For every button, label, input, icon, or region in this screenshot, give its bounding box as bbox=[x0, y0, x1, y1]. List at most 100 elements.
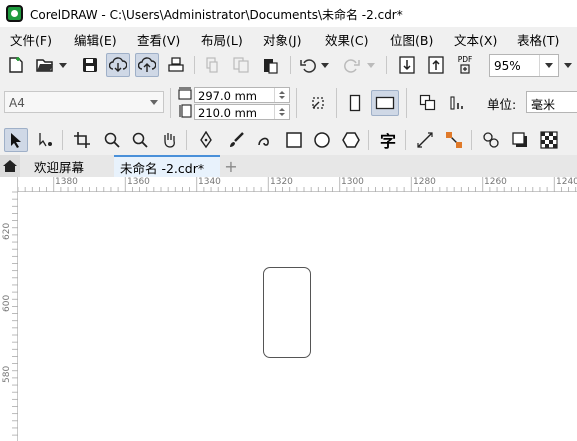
ruler-label: 1300 bbox=[341, 177, 364, 187]
menu-object[interactable]: 对象(J) bbox=[263, 30, 301, 49]
current-page-icon[interactable] bbox=[446, 91, 470, 115]
toolbar-separator bbox=[170, 88, 171, 118]
new-document-icon[interactable] bbox=[6, 55, 26, 75]
drop-shadow-tool-icon[interactable] bbox=[508, 128, 532, 152]
toolbar-separator bbox=[62, 130, 63, 150]
toolbar-separator bbox=[405, 130, 406, 150]
ruler-label: 1360 bbox=[127, 177, 150, 187]
menu-bar: 文件(F) 编辑(E) 查看(V) 布局(L) 对象(J) 效果(C) 位图(B… bbox=[0, 27, 577, 48]
units-label: 单位: bbox=[487, 97, 517, 112]
undo-icon[interactable] bbox=[298, 55, 318, 75]
tab-label: 欢迎屏幕 bbox=[34, 159, 85, 175]
units-value: 毫米 bbox=[531, 98, 556, 112]
horizontal-ruler[interactable]: 1380 1360 1340 1320 1300 1280 1260 1240 bbox=[18, 177, 577, 192]
tab-document[interactable]: 未命名 -2.cdr* bbox=[114, 155, 220, 177]
title-bar: CorelDRAW - C:\Users\Administrator\Docum… bbox=[0, 0, 577, 27]
cut-icon[interactable] bbox=[202, 55, 222, 75]
tab-welcome-screen[interactable]: 欢迎屏幕 bbox=[20, 155, 114, 177]
rounded-rectangle-shape[interactable] bbox=[263, 267, 311, 358]
chevron-down-icon[interactable] bbox=[539, 55, 558, 76]
menu-edit[interactable]: 编辑(E) bbox=[74, 30, 117, 49]
publish-pdf-icon[interactable]: PDF bbox=[453, 54, 477, 76]
export-icon[interactable] bbox=[425, 54, 447, 76]
all-pages-icon[interactable] bbox=[416, 91, 440, 115]
dimension-tool-icon[interactable] bbox=[413, 128, 437, 152]
menu-view[interactable]: 查看(V) bbox=[137, 30, 180, 49]
zoom-tool-icon[interactable] bbox=[100, 128, 124, 152]
zoom-level-combo[interactable]: 95% bbox=[489, 54, 559, 77]
window-title: CorelDRAW - C:\Users\Administrator\Docum… bbox=[30, 8, 403, 22]
pdf-label: PDF bbox=[457, 55, 473, 64]
page-width-icon bbox=[177, 86, 193, 102]
ruler-label: 1240 bbox=[556, 177, 577, 187]
text-tool-icon[interactable]: 字 bbox=[376, 128, 400, 152]
landscape-icon[interactable] bbox=[371, 90, 399, 116]
polygon-tool-icon[interactable] bbox=[339, 128, 363, 152]
pen-tool-icon[interactable] bbox=[194, 128, 218, 152]
toolbar-separator bbox=[386, 56, 387, 74]
ruler-label: 600 bbox=[2, 294, 12, 312]
document-tab-bar: 欢迎屏幕 未命名 -2.cdr* + bbox=[0, 155, 577, 177]
cloud-download-icon[interactable] bbox=[106, 53, 130, 77]
redo-icon[interactable] bbox=[342, 55, 362, 75]
import-icon[interactable] bbox=[396, 54, 418, 76]
save-icon[interactable] bbox=[80, 55, 100, 75]
portrait-icon[interactable] bbox=[344, 91, 366, 115]
undo-dropdown-icon[interactable] bbox=[320, 60, 330, 70]
toolbar-overflow-icon[interactable] bbox=[561, 60, 575, 70]
page-width-input[interactable]: 297.0 mm bbox=[194, 87, 290, 103]
ruler-label: 1320 bbox=[270, 177, 293, 187]
cloud-upload-icon[interactable] bbox=[135, 53, 159, 77]
connector-tool-icon[interactable] bbox=[442, 128, 466, 152]
ruler-label: 1380 bbox=[55, 177, 78, 187]
toolbar-separator bbox=[368, 130, 369, 150]
ruler-label: 1340 bbox=[198, 177, 221, 187]
transparency-tool-icon[interactable] bbox=[537, 128, 561, 152]
spiral-tool-icon[interactable] bbox=[253, 128, 277, 152]
open-folder-icon[interactable] bbox=[34, 55, 56, 75]
standard-toolbar: PDF 95% bbox=[0, 48, 577, 82]
menu-table[interactable]: 表格(T) bbox=[517, 30, 559, 49]
vertical-ruler[interactable]: 620 600 580 bbox=[0, 177, 18, 441]
home-icon[interactable] bbox=[0, 155, 20, 177]
print-icon[interactable] bbox=[165, 55, 187, 75]
blend-tool-icon[interactable] bbox=[479, 128, 503, 152]
toolbox: 字 bbox=[0, 124, 577, 155]
page-height-input[interactable]: 210.0 mm bbox=[194, 104, 290, 120]
page-width-value: 297.0 mm bbox=[198, 89, 257, 103]
menu-effects[interactable]: 效果(C) bbox=[325, 30, 368, 49]
ruler-label: 1280 bbox=[413, 177, 436, 187]
zoom-out-tool-icon[interactable] bbox=[128, 128, 152, 152]
toolbar-separator bbox=[296, 88, 297, 118]
crop-tool-icon[interactable] bbox=[70, 128, 94, 152]
page-height-spinner[interactable] bbox=[274, 105, 289, 119]
rectangle-tool-icon[interactable] bbox=[282, 128, 306, 152]
shape-tool-icon[interactable] bbox=[34, 128, 58, 152]
toolbar-separator bbox=[194, 56, 195, 74]
tab-label: 未命名 -2.cdr* bbox=[120, 160, 205, 176]
add-tab-icon[interactable]: + bbox=[222, 157, 240, 176]
page-width-spinner[interactable] bbox=[274, 88, 289, 102]
chevron-down-icon[interactable] bbox=[145, 92, 163, 112]
toolbar-separator bbox=[471, 130, 472, 150]
menu-bitmaps[interactable]: 位图(B) bbox=[390, 30, 433, 49]
page-height-icon bbox=[177, 103, 193, 119]
menu-layout[interactable]: 布局(L) bbox=[201, 30, 243, 49]
coreldraw-app-icon bbox=[6, 5, 23, 22]
paste-icon[interactable] bbox=[260, 55, 280, 75]
units-combo[interactable]: 毫米 bbox=[526, 91, 577, 113]
copy-icon[interactable] bbox=[231, 55, 251, 75]
brush-tool-icon[interactable] bbox=[224, 128, 248, 152]
page-size-combo[interactable]: A4 bbox=[4, 91, 164, 113]
menu-text[interactable]: 文本(X) bbox=[454, 30, 497, 49]
redo-dropdown-icon[interactable] bbox=[366, 60, 376, 70]
pan-tool-icon[interactable] bbox=[157, 128, 181, 152]
toolbar-separator bbox=[406, 88, 407, 118]
menu-file[interactable]: 文件(F) bbox=[10, 30, 52, 49]
page-orientation-icon[interactable] bbox=[306, 91, 330, 115]
property-bar: A4 297.0 mm 210.0 mm 单位: 毫米 bbox=[0, 82, 577, 124]
ellipse-tool-icon[interactable] bbox=[310, 128, 334, 152]
toolbar-separator bbox=[336, 88, 337, 118]
open-dropdown-icon[interactable] bbox=[58, 60, 68, 70]
pick-tool-icon[interactable] bbox=[4, 128, 28, 152]
